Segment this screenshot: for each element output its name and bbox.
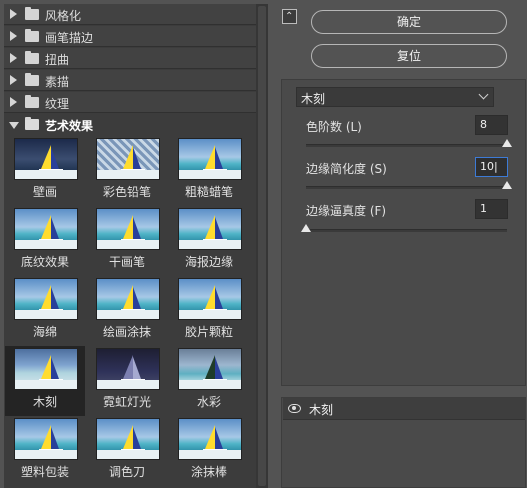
- filter-label: 海绵: [32, 325, 57, 339]
- category-sketch[interactable]: 素描: [4, 70, 256, 91]
- category-label: 扭曲: [45, 53, 70, 67]
- filter-thumb-smudge-stick[interactable]: 涂抹棒: [169, 416, 249, 486]
- filter-gallery-panel: 风格化 画笔描边 扭曲 素描 纹理 艺术效果 壁画 彩色铅笔 粗糙蜡笔 底纹效果…: [4, 4, 268, 488]
- filter-label: 涂抹棒: [190, 465, 227, 479]
- filter-thumb-fresco[interactable]: 壁画: [5, 136, 85, 206]
- filter-select[interactable]: 木刻: [296, 87, 494, 107]
- folder-icon: [25, 51, 39, 64]
- filter-label: 水彩: [196, 395, 221, 409]
- filter-thumb-underpainting[interactable]: 底纹效果: [5, 206, 85, 276]
- filter-label: 绘画涂抹: [102, 325, 151, 339]
- filter-preview-image: [96, 418, 160, 460]
- filter-thumb-rough-pastels[interactable]: 粗糙蜡笔: [169, 136, 249, 206]
- filter-label: 壁画: [32, 185, 57, 199]
- filter-label: 海报边缘: [184, 255, 233, 269]
- filter-preview-image: [96, 278, 160, 320]
- filter-preview-image: [14, 278, 78, 320]
- filter-thumb-neon-glow[interactable]: 霓虹灯光: [87, 346, 167, 416]
- category-label: 纹理: [45, 97, 70, 111]
- effect-layer-row[interactable]: 木刻: [283, 398, 525, 420]
- filter-preview-image: [96, 348, 160, 390]
- chevron-down-icon: [478, 89, 489, 100]
- expand-arrow-icon[interactable]: [10, 31, 17, 41]
- expand-arrow-icon[interactable]: [10, 75, 17, 85]
- folder-open-icon: [25, 117, 39, 130]
- collapse-arrow-icon[interactable]: [9, 122, 19, 129]
- reset-button[interactable]: 复位: [311, 44, 507, 68]
- ok-button[interactable]: 确定: [311, 10, 507, 34]
- param-label-edge-simplicity: 边缘简化度 (S): [306, 162, 387, 176]
- filter-preview-image: [178, 348, 242, 390]
- edge-fidelity-input[interactable]: 1: [475, 199, 508, 219]
- filter-label: 塑料包装: [20, 465, 69, 479]
- filter-label: 底纹效果: [20, 255, 69, 269]
- edge-fidelity-slider-track[interactable]: [306, 229, 507, 232]
- collapse-gallery-button[interactable]: ⌃: [282, 9, 297, 24]
- filter-preview-image: [96, 208, 160, 250]
- filter-label: 胶片颗粒: [184, 325, 233, 339]
- gallery-scrollbar[interactable]: [256, 4, 268, 488]
- filter-thumb-poster-edges[interactable]: 海报边缘: [169, 206, 249, 276]
- collapse-icon: ⌃: [285, 11, 294, 22]
- filter-gallery-window: 风格化 画笔描边 扭曲 素描 纹理 艺术效果 壁画 彩色铅笔 粗糙蜡笔 底纹效果…: [0, 0, 527, 488]
- filter-thumb-film-grain[interactable]: 胶片颗粒: [169, 276, 249, 346]
- folder-icon: [25, 73, 39, 86]
- category-texture[interactable]: 纹理: [4, 92, 256, 113]
- param-label-edge-fidelity: 边缘逼真度 (F): [306, 204, 387, 218]
- filter-select-value: 木刻: [301, 92, 326, 106]
- expand-arrow-icon[interactable]: [10, 9, 17, 19]
- filter-thumb-sponge[interactable]: 海绵: [5, 276, 85, 346]
- param-label-levels: 色阶数 (L): [306, 120, 362, 134]
- edge-simplicity-slider-track[interactable]: [306, 186, 507, 189]
- filter-label: 霓虹灯光: [102, 395, 151, 409]
- category-label: 风格化: [45, 9, 82, 23]
- filter-preview-image: [14, 418, 78, 460]
- filter-thumb-palette-knife[interactable]: 调色刀: [87, 416, 167, 486]
- filter-thumb-cutout[interactable]: 木刻: [5, 346, 85, 416]
- levels-slider-knob[interactable]: [502, 139, 512, 147]
- category-artistic[interactable]: 艺术效果: [4, 114, 256, 135]
- edge-fidelity-slider-knob[interactable]: [301, 224, 311, 232]
- filter-label: 粗糙蜡笔: [184, 185, 233, 199]
- filter-label: 调色刀: [108, 465, 145, 479]
- folder-icon: [25, 7, 39, 20]
- filter-thumb-plastic-wrap[interactable]: 塑料包装: [5, 416, 85, 486]
- category-stylize[interactable]: 风格化: [4, 4, 256, 25]
- filter-preview-image: [14, 348, 78, 390]
- filter-preview-image: [14, 208, 78, 250]
- levels-slider-track[interactable]: [306, 144, 507, 147]
- filter-thumb-paint-daubs[interactable]: 绘画涂抹: [87, 276, 167, 346]
- filter-thumb-watercolor[interactable]: 水彩: [169, 346, 249, 416]
- category-distort[interactable]: 扭曲: [4, 48, 256, 69]
- filter-label: 干画笔: [108, 255, 145, 269]
- category-label: 画笔描边: [45, 31, 94, 45]
- filter-preview-image: [96, 138, 160, 180]
- filter-preview-image: [178, 278, 242, 320]
- filter-label: 木刻: [32, 395, 57, 409]
- filter-preview-image: [14, 138, 78, 180]
- filter-preview-image: [178, 418, 242, 460]
- category-label: 艺术效果: [45, 119, 94, 133]
- filter-label: 彩色铅笔: [102, 185, 151, 199]
- edge-simplicity-input[interactable]: 10|: [475, 157, 508, 177]
- levels-input[interactable]: 8: [475, 115, 508, 135]
- effect-layer-label: 木刻: [309, 403, 334, 417]
- folder-icon: [25, 29, 39, 42]
- filter-preview-image: [178, 138, 242, 180]
- edge-simplicity-slider-knob[interactable]: [502, 181, 512, 189]
- category-brush-strokes[interactable]: 画笔描边: [4, 26, 256, 47]
- filter-thumb-dry-brush[interactable]: 干画笔: [87, 206, 167, 276]
- folder-icon: [25, 95, 39, 108]
- scrollbar-thumb[interactable]: [258, 6, 266, 486]
- filter-preview-image: [178, 208, 242, 250]
- filter-thumb-colored-pencil[interactable]: 彩色铅笔: [87, 136, 167, 206]
- eye-icon[interactable]: [288, 404, 301, 413]
- expand-arrow-icon[interactable]: [10, 97, 17, 107]
- expand-arrow-icon[interactable]: [10, 53, 17, 63]
- category-label: 素描: [45, 75, 70, 89]
